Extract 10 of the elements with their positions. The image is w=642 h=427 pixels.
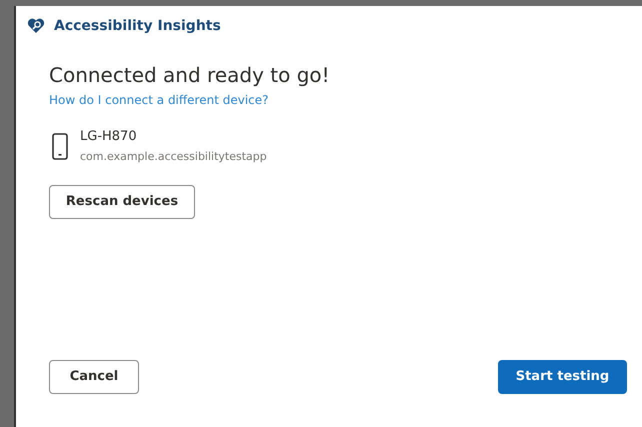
heart-magnifier-icon <box>27 18 45 34</box>
start-button[interactable]: Start testing <box>498 360 627 394</box>
cancel-button[interactable]: Cancel <box>49 360 139 394</box>
app-package: com.example.accessibilitytestapp <box>80 148 267 164</box>
device-name: LG-H870 <box>80 128 138 146</box>
help-link[interactable]: How do I connect a different device? <box>49 91 269 109</box>
rescan-button[interactable]: Rescan devices <box>49 185 195 219</box>
heading: Connected and ready to go! <box>49 63 331 88</box>
window-title: Accessibility Insights <box>54 16 221 36</box>
phone-icon <box>52 132 68 160</box>
